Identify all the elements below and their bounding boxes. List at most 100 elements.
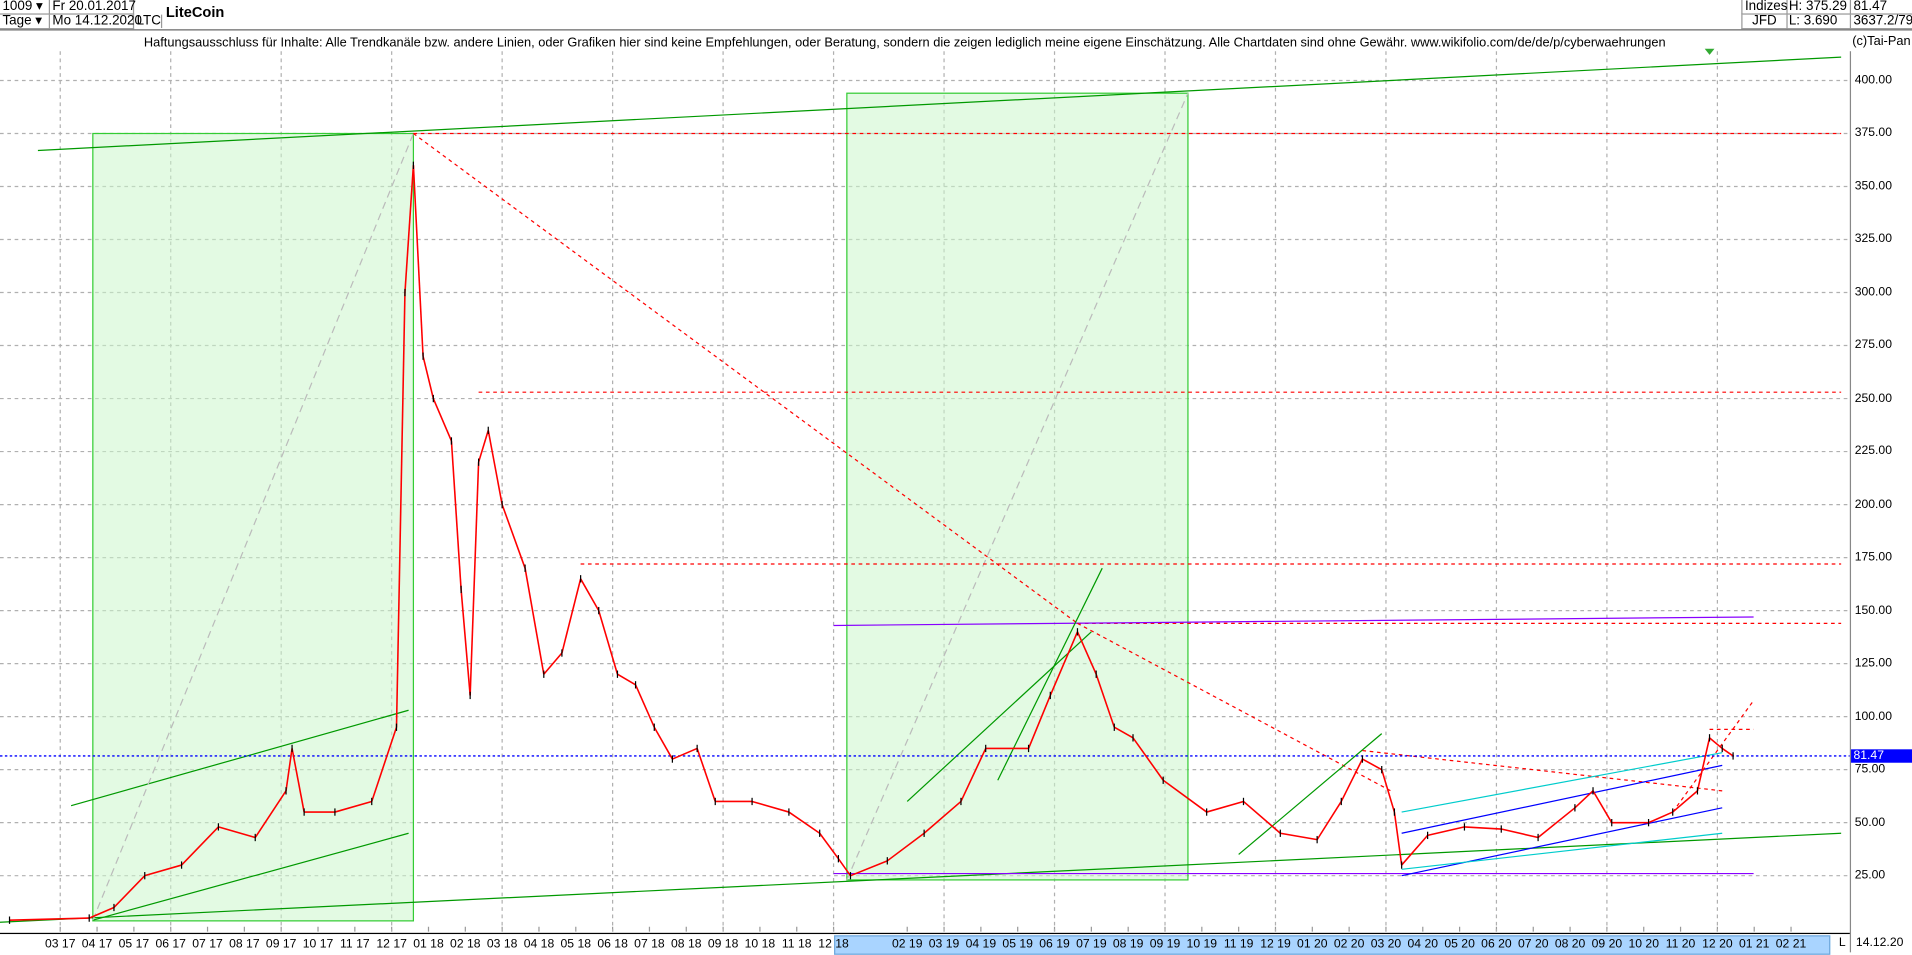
date-tick-label: 08 17 — [229, 937, 260, 952]
date-tick-label: 08 19 — [1112, 937, 1144, 952]
date-tick-label: 10 20 — [1628, 937, 1659, 952]
date-tick-label: 03 18 — [486, 937, 518, 952]
price-segment — [477, 430, 490, 463]
price-segment — [422, 355, 435, 399]
date-tick-label: 07 18 — [634, 937, 665, 952]
date-tick-label: 01 21 — [1738, 937, 1770, 952]
price-tick-label: 150.00 — [1854, 603, 1892, 618]
date-tick-label: 03 19 — [928, 937, 960, 952]
date-tick-label: 12 20 — [1702, 937, 1733, 952]
price-segment — [1464, 826, 1502, 830]
date-tick-label: 09 17 — [265, 937, 297, 952]
price-tick-label: 175.00 — [1854, 550, 1892, 565]
price-segment — [1401, 834, 1429, 866]
price-tick-label: 275.00 — [1854, 338, 1892, 353]
date-tick-label: 02 20 — [1333, 937, 1365, 952]
trend-line — [1401, 832, 1723, 870]
date-tick-label: 06 18 — [597, 937, 628, 952]
price-tick-label: 225.00 — [1854, 444, 1892, 459]
price-tick-label: 100.00 — [1854, 709, 1892, 724]
trend-line — [1238, 733, 1383, 855]
price-segment — [432, 398, 453, 442]
date-axis[interactable]: 03 17 04 17 05 17 06 17 07 17 08 17 09 17 10 17… — [0, 932, 1850, 955]
price-segment — [653, 726, 674, 760]
price-segment — [1592, 790, 1613, 824]
price-segment — [1537, 807, 1576, 839]
price-segment — [460, 589, 471, 696]
copyright-label: (c)Tai-Pan — [1852, 34, 1911, 49]
date-tick-label: 01 20 — [1297, 937, 1328, 952]
price-segment — [9, 917, 90, 921]
price-segment — [524, 568, 545, 675]
date-tick-label: 09 18 — [707, 937, 739, 952]
date-tick-label: 03 20 — [1370, 937, 1402, 952]
date-tick-label: 05 20 — [1444, 937, 1475, 952]
date-tick-label: 10 18 — [744, 937, 776, 952]
price-segment — [1362, 758, 1383, 771]
price-segment — [469, 462, 480, 696]
date-tick-label: 12 19 — [1260, 937, 1291, 952]
price-segment — [412, 165, 424, 357]
current-date-label: 14.12.20 — [1855, 936, 1904, 950]
symbol-label: LTC — [134, 14, 163, 29]
date-tick-label: 08 20 — [1554, 937, 1586, 952]
price-tick-label: 125.00 — [1854, 656, 1892, 671]
disclaimer-text: Haftungsausschluss für Inhalte: Alle Tre… — [143, 35, 1666, 50]
price-segment — [1380, 769, 1396, 813]
date-tick-label: 07 17 — [192, 937, 223, 952]
date-tick-label: 06 17 — [155, 937, 186, 952]
price-segment — [1709, 737, 1723, 750]
price-segment — [751, 800, 790, 813]
price-segment — [1242, 800, 1281, 834]
header-bar: 1009 ▾ Tage ▾ Fr 20.01.2017 Mo 14.12.202… — [0, 0, 1912, 31]
price-segment — [1206, 800, 1244, 813]
price-segment — [1316, 801, 1342, 841]
date-tick-label: 03 17 — [44, 937, 76, 952]
chart-title: LiteCoin — [165, 3, 225, 21]
low-value: L: 3.690 — [1786, 14, 1852, 30]
price-segment — [1501, 828, 1539, 839]
chart-window: 1009 ▾ Tage ▾ Fr 20.01.2017 Mo 14.12.202… — [0, 0, 1912, 955]
date-tick-label: 07 19 — [1076, 937, 1107, 952]
price-segment — [450, 440, 462, 590]
chevron-down-icon: ▾ — [35, 13, 43, 29]
marker-triangle-icon — [1704, 48, 1715, 55]
date-tick-label: 12 18 — [818, 937, 849, 952]
price-segment — [1427, 826, 1465, 837]
price-segment — [1280, 832, 1318, 841]
price-segment — [1672, 790, 1698, 813]
date-tick-label: 05 17 — [118, 937, 150, 952]
date-tick-label: 06 20 — [1481, 937, 1512, 952]
price-segment — [672, 747, 698, 760]
end-date-field[interactable]: Mo 14.12.2020 — [49, 14, 142, 30]
price-tick-label: 250.00 — [1854, 391, 1892, 406]
extra-value: 3637.2/79 — [1851, 14, 1912, 30]
date-tick-label: 04 20 — [1407, 937, 1439, 952]
date-tick-label: 08 18 — [671, 937, 702, 952]
price-axis-line — [1849, 51, 1852, 953]
date-tick-label: 05 18 — [560, 937, 592, 952]
date-tick-label: 06 19 — [1039, 937, 1070, 952]
price-tick-label: 300.00 — [1854, 285, 1892, 300]
date-tick-label: 02 18 — [450, 937, 481, 952]
date-tick-label: 11 17 — [340, 937, 370, 952]
price-segment — [617, 673, 636, 686]
scale-mode-button[interactable]: L — [1839, 936, 1846, 949]
trend-line — [1401, 752, 1723, 813]
date-tick-label: 11 19 — [1223, 937, 1254, 952]
date-tick-label: 01 18 — [413, 937, 444, 952]
price-chart[interactable] — [0, 0, 1912, 952]
price-segment — [501, 504, 526, 569]
price-segment — [819, 832, 840, 860]
date-tick-label: 11 18 — [781, 937, 812, 952]
price-tick-label: 25.00 — [1854, 868, 1886, 883]
price-segment — [561, 578, 582, 654]
period-select[interactable]: Tage ▾ — [0, 13, 50, 30]
price-tick-label: 50.00 — [1854, 815, 1886, 830]
date-tick-label: 09 19 — [1149, 937, 1181, 952]
price-tick-label: 350.00 — [1854, 179, 1892, 194]
date-tick-label: 04 19 — [965, 937, 997, 952]
date-tick-label: 07 20 — [1517, 937, 1549, 952]
price-segment — [579, 578, 600, 612]
current-price-tag: 81.47 — [1851, 749, 1912, 763]
